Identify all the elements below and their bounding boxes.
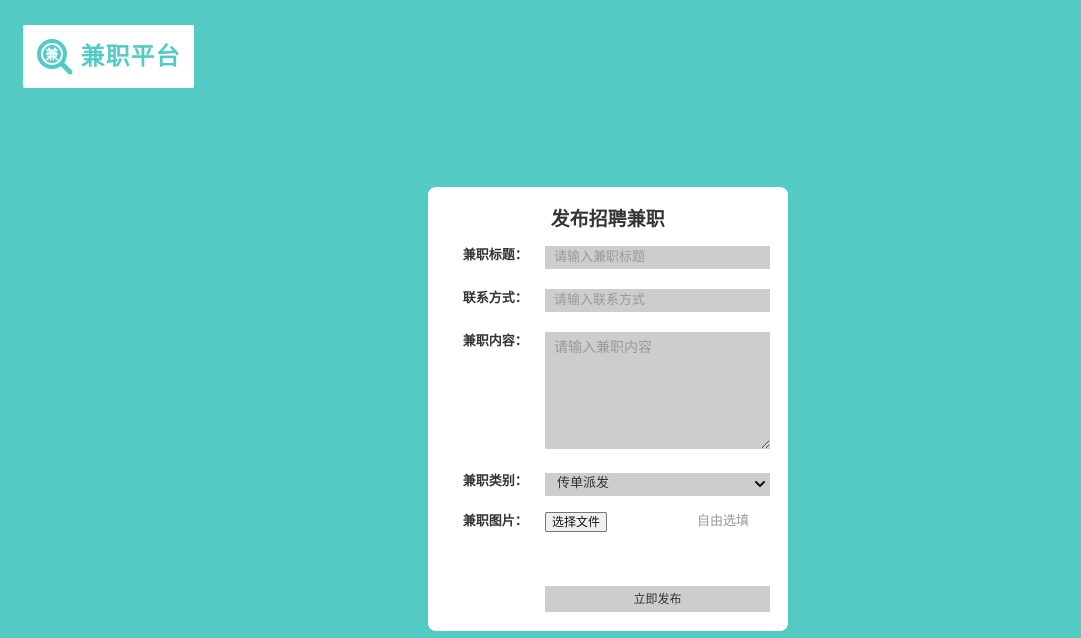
job-category-label: 兼职类别：: [463, 474, 529, 489]
chevron-down-icon: [755, 481, 765, 487]
job-category-value: 传单派发: [557, 476, 610, 491]
job-image-label: 兼职图片：: [463, 514, 529, 529]
logo-text: 兼职平台: [81, 42, 181, 70]
publish-job-card: 发布招聘兼职 兼职标题： 联系方式： 兼职内容： 兼职类别： 传单派发 兼职图片…: [428, 187, 788, 631]
contact-input[interactable]: [545, 289, 770, 312]
job-title-label: 兼职标题：: [463, 248, 529, 263]
job-content-textarea[interactable]: [545, 332, 770, 449]
publish-button[interactable]: 立即发布: [545, 586, 770, 612]
choose-file-button[interactable]: 选择文件: [545, 512, 607, 532]
job-title-input[interactable]: [545, 246, 770, 269]
job-category-select[interactable]: 传单派发: [545, 473, 770, 496]
page-title: 发布招聘兼职: [550, 208, 665, 230]
logo[interactable]: 兼 兼职平台: [23, 25, 194, 88]
optional-hint: 自由选填: [697, 514, 750, 529]
logo-glyph: 兼: [45, 47, 59, 63]
job-content-label: 兼职内容：: [463, 334, 529, 349]
magnifier-badge-icon: 兼: [37, 39, 73, 75]
contact-label: 联系方式：: [463, 291, 529, 306]
